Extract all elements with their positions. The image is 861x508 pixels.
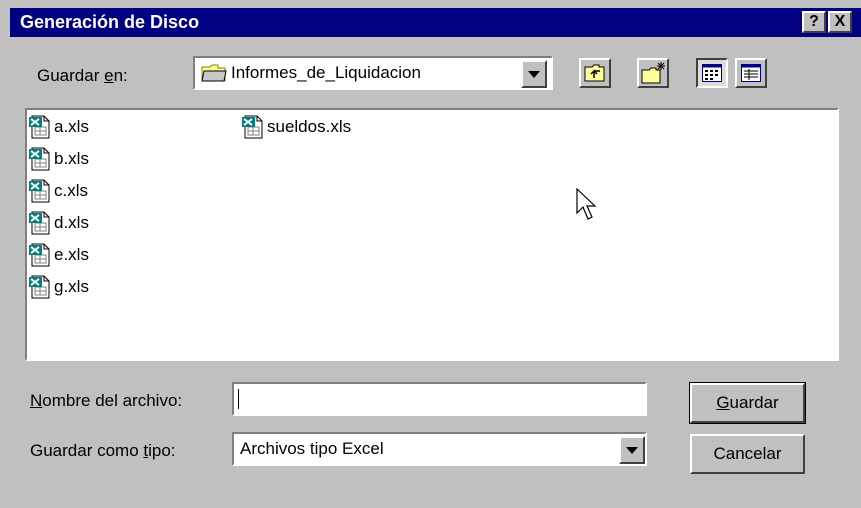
help-button[interactable]: ? — [802, 11, 826, 33]
file-name: c.xls — [54, 181, 88, 200]
file-item[interactable]: e.xls — [29, 242, 89, 268]
save-button[interactable]: Guardar — [689, 382, 806, 424]
folder-icon — [201, 63, 227, 88]
folder-up-icon — [584, 63, 606, 88]
save-in-dropdown[interactable]: Informes_de_Liquidacion — [193, 56, 553, 90]
current-folder-name: Informes_de_Liquidacion — [231, 63, 421, 82]
save-dialog: Generación de Disco ? X Guardar en: Info… — [0, 0, 861, 508]
title-bar[interactable]: Generación de Disco ? X — [10, 8, 861, 37]
close-button[interactable]: X — [828, 11, 852, 33]
file-item[interactable]: b.xls — [29, 146, 89, 172]
file-item[interactable]: sueldos.xls — [242, 114, 351, 140]
mouse-pointer-icon — [576, 187, 598, 227]
file-item[interactable]: d.xls — [29, 210, 89, 236]
file-item[interactable]: a.xls — [29, 114, 89, 140]
excel-file-icon — [29, 275, 51, 299]
new-folder-icon — [641, 61, 667, 90]
up-one-level-button[interactable] — [579, 58, 611, 88]
excel-file-icon — [29, 211, 51, 235]
list-view-button[interactable] — [696, 58, 728, 88]
text-caret — [238, 389, 239, 409]
file-name: e.xls — [54, 245, 89, 264]
file-list[interactable]: a.xls b.xls c.xls d.xls e.xls g.xls suel… — [25, 108, 839, 361]
save-in-dropdown-arrow[interactable] — [521, 60, 547, 88]
cancel-button[interactable]: Cancelar — [690, 434, 805, 474]
save-in-label: Guardar en: — [37, 66, 128, 85]
file-item[interactable]: g.xls — [29, 274, 89, 300]
filename-input[interactable] — [232, 382, 647, 416]
file-name: a.xls — [54, 117, 89, 136]
file-name: b.xls — [54, 149, 89, 168]
filetype-dropdown[interactable]: Archivos tipo Excel — [232, 432, 647, 466]
window-title: Generación de Disco — [20, 12, 200, 32]
excel-file-icon — [29, 179, 51, 203]
excel-file-icon — [242, 115, 264, 139]
file-name: sueldos.xls — [267, 117, 352, 136]
file-item[interactable]: c.xls — [29, 178, 88, 204]
new-folder-button[interactable] — [637, 58, 669, 88]
details-view-icon — [741, 64, 761, 87]
filetype-dropdown-arrow[interactable] — [619, 436, 645, 464]
excel-file-icon — [29, 147, 51, 171]
list-view-icon — [702, 64, 722, 87]
filetype-label: Guardar como tipo: — [30, 441, 176, 460]
details-view-button[interactable] — [735, 58, 767, 88]
filetype-value: Archivos tipo Excel — [240, 439, 384, 458]
excel-file-icon — [29, 115, 51, 139]
file-name: d.xls — [54, 213, 89, 232]
file-name: g.xls — [54, 277, 89, 296]
excel-file-icon — [29, 243, 51, 267]
filename-label: Nombre del archivo: — [30, 391, 183, 410]
